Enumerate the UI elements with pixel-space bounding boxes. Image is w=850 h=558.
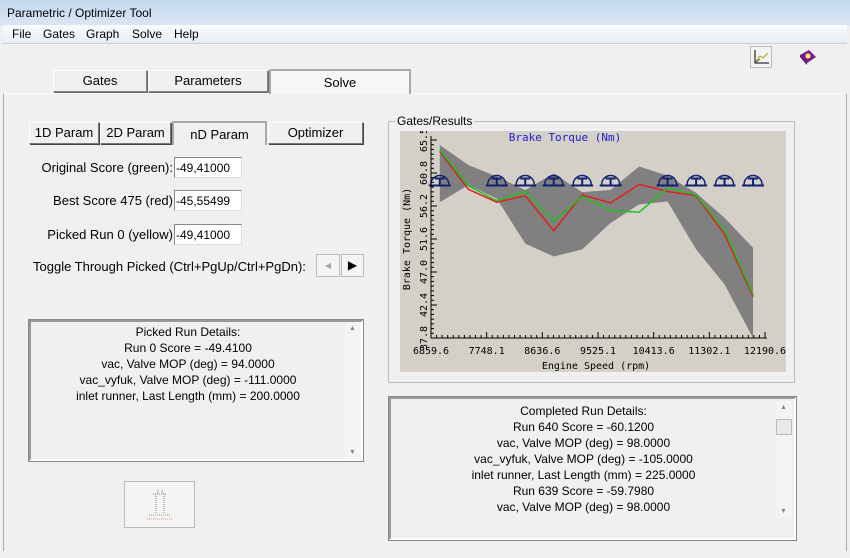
picked-run-field[interactable] [174,224,242,245]
x-tick-label: 7748.1 [469,346,505,357]
details-line: Run 0 Score = -49.4100 [124,341,252,355]
menu-bar: File Gates Graph Solve Help [3,25,847,44]
gate-tool-button[interactable] [124,481,195,528]
picked-details-scrollbar[interactable]: ▲ ▼ [345,322,361,459]
subtab-1d-param[interactable]: 1D Param [29,122,99,144]
gates-results-label: Gates/Results [395,114,475,128]
window-title: Parametric / Optimizer Tool [7,6,152,20]
menu-graph[interactable]: Graph [86,27,119,41]
brake-torque-chart[interactable]: 6859.6 7748.1 8636.6 9525.1 10413.6 11302.1 12… [400,128,786,372]
details-line: inlet runner, Last Length (mm) = 200.000… [76,389,300,403]
y-tick-label: 56.2 [419,194,430,218]
x-tick-label: 9525.1 [580,346,616,357]
y-tick-label: 65.5 [419,131,430,152]
details-line: Picked Run Details: [135,325,241,339]
best-score-label: Best Score 475 (red) [53,193,173,208]
scroll-thumb[interactable] [776,419,792,435]
original-score-label: Original Score (green): [41,160,174,175]
menu-solve[interactable]: Solve [132,27,162,41]
details-line: Run 639 Score = -59.7980 [512,484,655,498]
next-picked-button[interactable]: ▶ [341,254,364,277]
picked-run-label: Picked Run 0 (yellow) [47,227,173,242]
best-score-field[interactable] [174,190,242,211]
gate-marker-icon [742,174,765,187]
details-line: vac, Valve MOP (deg) = 98.0000 [496,436,671,450]
graph-icon [754,50,769,64]
subtab-nd-param[interactable]: nD Param [172,121,267,145]
tab-gates[interactable]: Gates [53,70,147,92]
x-tick-label: 12190.6 [744,346,786,357]
y-tick-label: 60.8 [419,161,430,185]
y-tick-label: 51.6 [419,227,430,251]
title-bar: Parametric / Optimizer Tool [0,0,850,26]
completed-run-details[interactable]: Completed Run Details: Run 640 Score = -… [388,396,797,541]
menu-file[interactable]: File [12,27,31,41]
gate-marker-icon [514,174,537,187]
gate-marker-icon [713,174,736,187]
next-arrow-icon: ▶ [347,258,358,272]
x-axis-title: Engine Speed (rpm) [542,361,650,372]
subtab-2d-param[interactable]: 2D Param [100,122,171,144]
chart-title: Brake Torque (Nm) [509,131,622,144]
x-tick-label: 8636.6 [524,346,560,357]
tab-parameters[interactable]: Parameters [148,70,268,92]
runs-envelope-band [439,145,754,338]
original-score-field[interactable] [174,157,242,178]
chart-svg: 6859.6 7748.1 8636.6 9525.1 10413.6 11302.1 12… [402,128,786,372]
y-tick-label: 37.8 [419,326,430,350]
previous-arrow-icon: ◀ [324,261,332,270]
y-tick-label: 47.0 [419,260,430,284]
graph-button[interactable] [750,46,772,68]
details-line: vac, Valve MOP (deg) = 98.0000 [496,500,671,514]
picked-run-details[interactable]: Picked Run Details: Run 0 Score = -49.41… [28,319,364,462]
details-line: vac_vyfuk, Valve MOP (deg) = -105.0000 [474,452,693,466]
gate-icon [147,490,173,520]
y-axis-title: Brake Torque (Nm) [402,188,413,290]
scroll-up-icon[interactable]: ▲ [349,325,356,332]
tab-solve[interactable]: Solve [269,69,411,94]
scroll-down-icon[interactable]: ▼ [780,508,787,515]
gate-marker-icon [571,174,594,187]
menu-gates[interactable]: Gates [43,27,75,41]
y-tick-label: 42.4 [419,293,430,317]
details-line: inlet runner, Last Length (mm) = 225.000… [471,468,696,482]
help-button[interactable] [798,47,818,67]
scroll-down-icon[interactable]: ▼ [349,449,356,456]
details-line: vac_vyfuk, Valve MOP (deg) = -111.0000 [79,373,297,387]
menu-help[interactable]: Help [174,27,199,41]
details-line: Completed Run Details: [520,404,647,418]
help-book-icon [800,50,816,65]
toggle-picked-label: Toggle Through Picked (Ctrl+PgUp/Ctrl+Pg… [33,259,306,274]
details-line: vac, Valve MOP (deg) = 94.0000 [101,357,275,371]
x-tick-label: 11302.1 [688,346,730,357]
subtab-optimizer[interactable]: Optimizer [268,122,363,144]
details-line: Run 640 Score = -60.1200 [512,420,655,434]
completed-details-scrollbar[interactable]: ▲ ▼ [776,401,792,518]
scroll-up-icon[interactable]: ▲ [780,404,787,411]
previous-picked-button[interactable]: ◀ [316,254,340,277]
gate-marker-icon [685,174,708,187]
x-tick-label: 10413.6 [633,346,675,357]
